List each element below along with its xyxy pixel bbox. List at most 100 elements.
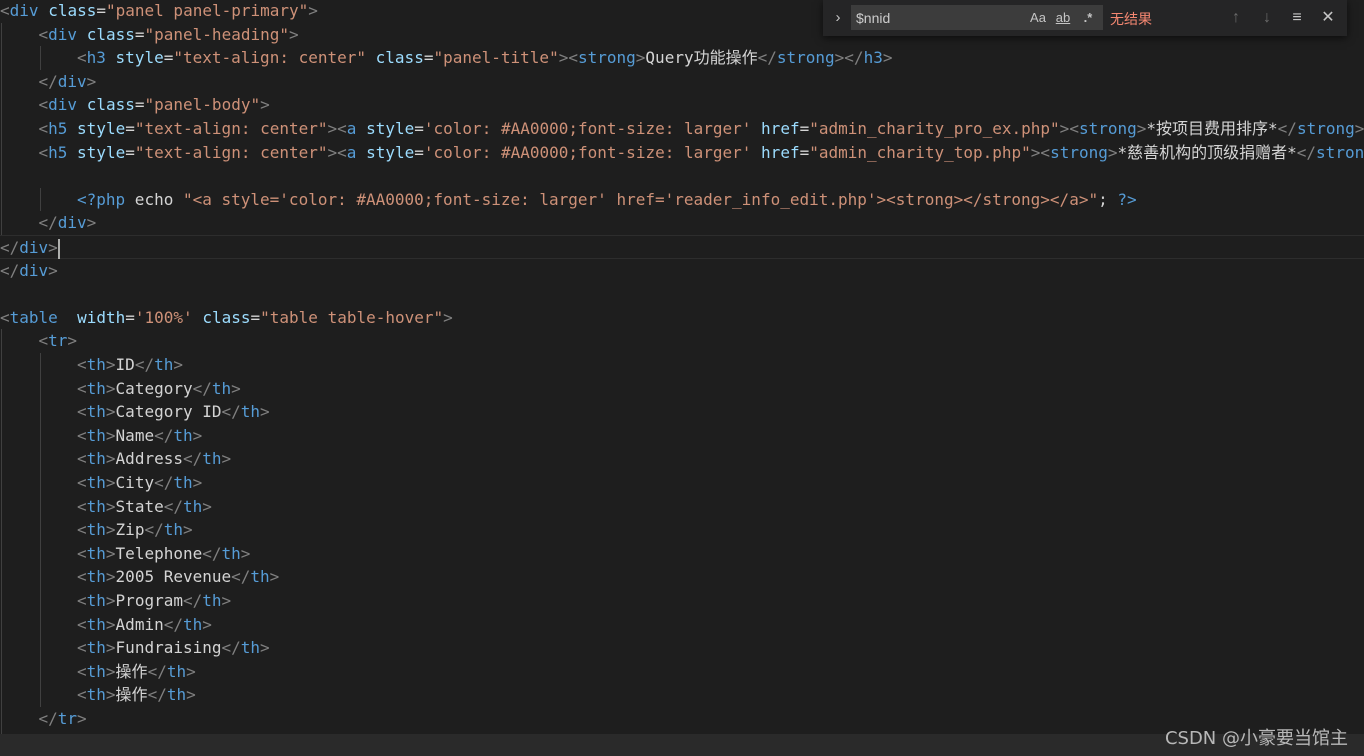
- code-line[interactable]: </div>: [0, 259, 1364, 283]
- code-editor[interactable]: <div class="panel panel-primary"> <div cl…: [0, 0, 1364, 756]
- code-token: Query功能操作: [645, 48, 758, 68]
- code-line[interactable]: <th>Telephone</th>: [0, 542, 1364, 566]
- code-token: strong: [776, 48, 835, 68]
- code-token: Admin: [115, 614, 164, 634]
- code-line[interactable]: <th>Zip</th>: [0, 518, 1364, 542]
- code-line[interactable]: </div>: [0, 211, 1364, 235]
- code-line[interactable]: <th>Name</th>: [0, 424, 1364, 448]
- code-token: >: [289, 24, 299, 44]
- code-line[interactable]: </div>: [0, 235, 1364, 259]
- code-token: <: [77, 449, 87, 469]
- code-token: th: [86, 614, 106, 634]
- code-token: <: [77, 543, 87, 563]
- code-token: >: [186, 685, 196, 705]
- code-line[interactable]: <table width='100%' class="table table-h…: [0, 306, 1364, 330]
- code-token: th: [86, 567, 106, 587]
- code-line[interactable]: <th>ID</th>: [0, 353, 1364, 377]
- code-line[interactable]: <th>Address</th>: [0, 447, 1364, 471]
- previous-match-icon[interactable]: ↑: [1225, 7, 1247, 29]
- code-token: <: [38, 95, 49, 115]
- code-token: th: [86, 473, 106, 492]
- close-icon[interactable]: ✕: [1317, 7, 1339, 29]
- code-token: >: [192, 425, 203, 445]
- code-line[interactable]: <th>State</th>: [0, 495, 1364, 519]
- code-token: =: [96, 1, 106, 20]
- toggle-replace-icon[interactable]: ›: [829, 8, 847, 28]
- code-token: *按项目费用排序*: [1146, 119, 1278, 138]
- code-line[interactable]: <tr>: [0, 329, 1364, 353]
- code-line[interactable]: <th>Fundraising</th>: [0, 636, 1364, 660]
- code-token: >: [260, 402, 270, 422]
- code-token: th: [86, 496, 106, 516]
- code-token: th: [86, 543, 106, 563]
- code-line[interactable]: [0, 282, 1364, 306]
- code-line[interactable]: <th>操作</th>: [0, 660, 1364, 684]
- match-case-icon[interactable]: Aa: [1027, 9, 1049, 27]
- code-token: >: [231, 378, 241, 398]
- code-token: "panel-body": [144, 95, 261, 115]
- code-token: table: [9, 307, 58, 327]
- use-regex-icon[interactable]: .*: [1078, 9, 1098, 27]
- code-token: =: [414, 119, 424, 138]
- code-token: </: [221, 402, 241, 422]
- code-line[interactable]: </tr>: [0, 707, 1364, 731]
- csdn-watermark: CSDN @小豪要当馆主: [1164, 728, 1348, 749]
- code-token: th: [182, 614, 203, 634]
- next-match-icon[interactable]: ↓: [1256, 7, 1278, 29]
- match-whole-word-icon[interactable]: ab: [1051, 9, 1075, 27]
- code-token: >: [221, 449, 232, 469]
- code-token: >: [105, 661, 116, 681]
- code-line[interactable]: <th>Program</th>: [0, 589, 1364, 613]
- code-token: Program: [115, 591, 183, 610]
- find-in-selection-icon[interactable]: ≡: [1286, 7, 1308, 29]
- code-line[interactable]: <th>City</th>: [0, 471, 1364, 495]
- code-token: =: [799, 142, 810, 162]
- code-token: </: [154, 473, 174, 492]
- code-line[interactable]: <th>2005 Revenue</th>: [0, 565, 1364, 589]
- code-token: >: [1107, 142, 1118, 162]
- code-token: <: [77, 638, 87, 658]
- code-token: >: [1136, 119, 1147, 138]
- code-token: strong: [1078, 119, 1137, 138]
- code-token: >: [635, 48, 646, 68]
- code-token: th: [86, 591, 106, 610]
- code-token: echo: [125, 189, 183, 209]
- code-token: >: [834, 48, 845, 68]
- code-line[interactable]: <th>Admin</th>: [0, 613, 1364, 637]
- code-token: <: [1040, 142, 1051, 162]
- code-line[interactable]: <h5 style="text-align: center"><a style=…: [0, 141, 1364, 165]
- code-token: =: [799, 119, 810, 138]
- find-input[interactable]: [856, 8, 1016, 27]
- code-token: "text-align: center": [173, 48, 367, 68]
- code-token: strong: [1296, 119, 1355, 138]
- code-line[interactable]: <th>操作</th>: [0, 683, 1364, 707]
- code-token: <?php: [77, 189, 126, 209]
- code-token: <: [77, 567, 87, 587]
- code-token: </: [163, 496, 183, 516]
- code-token: >: [1354, 119, 1364, 138]
- code-token: >: [77, 709, 87, 728]
- code-token: th: [173, 473, 193, 492]
- code-token: </: [144, 520, 164, 540]
- code-line[interactable]: <th>Category</th>: [0, 377, 1364, 401]
- code-line[interactable]: <h3 style="text-align: center" class="pa…: [0, 46, 1364, 70]
- code-token: >: [1030, 142, 1041, 162]
- code-token: </: [147, 661, 167, 681]
- code-line[interactable]: <?php echo "<a style='color: #AA0000;fon…: [0, 188, 1364, 212]
- find-input-box[interactable]: Aa ab .*: [851, 5, 1103, 30]
- code-line[interactable]: <th>Category ID</th>: [0, 400, 1364, 424]
- code-token: div: [48, 95, 78, 115]
- code-line[interactable]: [0, 164, 1364, 188]
- code-line[interactable]: <h5 style="text-align: center"><a style=…: [0, 117, 1364, 141]
- code-token: "text-align: center": [134, 119, 328, 138]
- code-token: >: [105, 355, 116, 374]
- code-token: >: [882, 48, 893, 68]
- code-line[interactable]: </div>: [0, 70, 1364, 94]
- code-line[interactable]: <div class="panel-body">: [0, 93, 1364, 117]
- code-token: =: [250, 307, 261, 327]
